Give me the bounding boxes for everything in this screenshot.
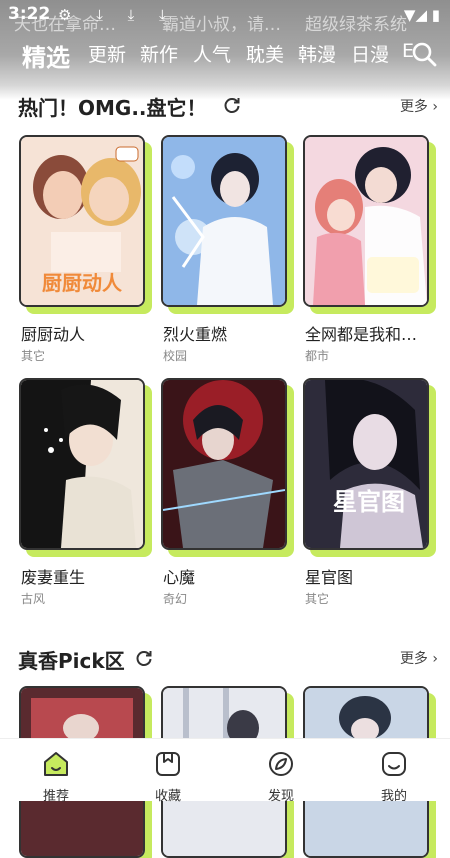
- top-banner: 天也在拿命… 霸道小叔，请… 超级绿茶系统 3:22 ⚙ ⤓ ⤓ ⤓ ▼◢ ▮ …: [0, 0, 450, 100]
- nav-recommend[interactable]: 推荐: [0, 739, 112, 804]
- category-tabs: 精选 更新 新作 人气 耽美 韩漫 日漫 E: [0, 38, 450, 73]
- profile-icon: [379, 749, 409, 779]
- comic-genre: 都市: [305, 349, 330, 363]
- cover-title-text: 厨厨动人: [42, 271, 123, 295]
- comic-genre: 古风: [21, 592, 46, 606]
- more-link-pick[interactable]: 更多 ›: [400, 648, 438, 668]
- tab-bl[interactable]: 耽美: [246, 40, 284, 67]
- status-bar: 3:22 ⚙ ⤓ ⤓ ⤓ ▼◢ ▮: [0, 4, 450, 28]
- tab-japanese[interactable]: 日漫: [351, 40, 389, 67]
- refresh-icon[interactable]: [222, 95, 242, 115]
- nav-discover[interactable]: 发现: [225, 739, 337, 804]
- more-label: 更多: [399, 99, 428, 115]
- nav-profile[interactable]: 我的: [338, 739, 450, 804]
- compass-icon: [266, 749, 296, 779]
- comic-title[interactable]: 废妻重生: [21, 564, 85, 588]
- bookmark-icon: [153, 749, 183, 779]
- tab-featured[interactable]: 精选: [22, 38, 70, 73]
- nav-label: 收藏: [154, 789, 181, 804]
- comic-cover[interactable]: 星官图: [303, 378, 429, 550]
- nav-label: 发现: [267, 789, 294, 804]
- comic-cover[interactable]: [303, 135, 429, 307]
- comic-cover[interactable]: [161, 135, 287, 307]
- bottom-nav: 推荐 收藏 发现 我的: [0, 738, 450, 804]
- tab-new[interactable]: 新作: [140, 40, 178, 67]
- signal-battery-icon: ▼◢ ▮: [403, 6, 440, 24]
- refresh-icon[interactable]: [134, 648, 154, 668]
- comic-genre: 其它: [21, 349, 46, 363]
- search-icon[interactable]: [410, 40, 438, 68]
- comic-genre: 奇幻: [163, 592, 188, 606]
- comic-cover[interactable]: [19, 378, 145, 550]
- tab-popular[interactable]: 人气: [193, 40, 231, 67]
- section-title-hot: 热门！OMG..盘它！: [18, 96, 207, 120]
- comic-genre: 校园: [163, 349, 188, 363]
- comic-title[interactable]: 烈火重燃: [163, 321, 227, 345]
- tab-updated[interactable]: 更新: [88, 40, 126, 67]
- comic-title[interactable]: 厨厨动人: [21, 321, 85, 345]
- chevron-right-icon: ›: [432, 651, 438, 667]
- comic-genre: 其它: [305, 592, 330, 606]
- tab-korean[interactable]: 韩漫: [298, 40, 336, 67]
- section-title-pick: 真香Pick区: [18, 649, 125, 673]
- chevron-right-icon: ›: [432, 99, 438, 115]
- notification-icons: ⚙ ⤓ ⤓ ⤓: [58, 6, 176, 24]
- comic-title[interactable]: 全网都是我和…: [305, 321, 417, 345]
- comic-cover[interactable]: 厨厨动人: [19, 135, 145, 307]
- nav-label: 推荐: [42, 789, 69, 804]
- nav-label: 我的: [380, 789, 407, 804]
- comic-title[interactable]: 心魔: [163, 564, 195, 588]
- status-time: 3:22: [8, 4, 51, 24]
- comic-title[interactable]: 星官图: [305, 564, 353, 588]
- comic-cover[interactable]: [161, 378, 287, 550]
- home-icon: [41, 749, 71, 779]
- more-label: 更多: [399, 651, 428, 667]
- cover-title-text: 星官图: [333, 487, 405, 516]
- nav-favorites[interactable]: 收藏: [112, 739, 224, 804]
- more-link-hot[interactable]: 更多 ›: [400, 96, 438, 116]
